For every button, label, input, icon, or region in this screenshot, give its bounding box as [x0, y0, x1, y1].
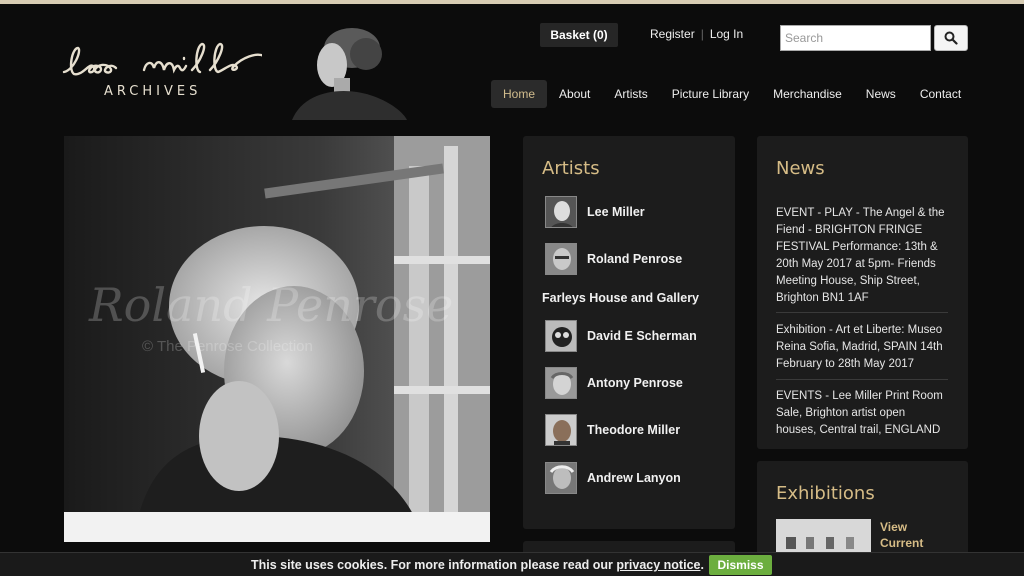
basket-button[interactable]: Basket (0)	[540, 23, 618, 47]
artist-item-antony-penrose[interactable]: Antony Penrose	[545, 367, 683, 399]
dismiss-button[interactable]: Dismiss	[709, 555, 772, 575]
account-links: Register | Log In	[650, 27, 743, 41]
news-title: News	[776, 158, 825, 179]
artist-item-lee-miller[interactable]: Lee Miller	[545, 196, 645, 228]
logo-subtitle: ARCHIVES	[104, 84, 202, 99]
artist-thumbnail	[545, 320, 577, 352]
news-item[interactable]: Exhibition - Art et Liberte: Museo Reina…	[776, 322, 948, 373]
exhibitions-title: Exhibitions	[776, 483, 875, 504]
artist-item-david-e-scherman[interactable]: David E Scherman	[545, 320, 697, 352]
hero-photo[interactable]: Roland Penrose © The Penrose Collection	[64, 136, 490, 542]
site-logo[interactable]: ARCHIVES	[60, 40, 280, 110]
search-input[interactable]	[780, 25, 931, 51]
nav-item-artists[interactable]: Artists	[602, 80, 659, 108]
header-portrait-image	[262, 20, 412, 120]
cookie-suffix: .	[700, 558, 704, 572]
cookie-message: This site uses cookies. For more informa…	[251, 558, 704, 572]
nav-item-about[interactable]: About	[547, 80, 602, 108]
nav-item-merchandise[interactable]: Merchandise	[761, 80, 854, 108]
register-link[interactable]: Register	[650, 27, 695, 41]
artist-item-farleys-house[interactable]: Farleys House and Gallery	[542, 291, 699, 305]
privacy-notice-link[interactable]: privacy notice	[616, 558, 700, 572]
artist-item-theodore-miller[interactable]: Theodore Miller	[545, 414, 680, 446]
watermark-name: Roland Penrose	[88, 278, 453, 332]
nav-item-contact[interactable]: Contact	[908, 80, 973, 108]
artists-title: Artists	[542, 158, 600, 179]
cookie-bar: This site uses cookies. For more informa…	[0, 552, 1024, 576]
cookie-text: This site uses cookies. For more informa…	[251, 558, 613, 572]
artist-thumbnail	[545, 367, 577, 399]
login-link[interactable]: Log In	[710, 27, 743, 41]
watermark-copyright: © The Penrose Collection	[142, 338, 313, 355]
news-item[interactable]: EVENTS - Lee Miller Print Room Sale, Bri…	[776, 388, 948, 439]
artist-thumbnail	[545, 462, 577, 494]
nav-item-news[interactable]: News	[854, 80, 908, 108]
artist-thumbnail	[545, 414, 577, 446]
nav-item-picture-library[interactable]: Picture Library	[660, 80, 761, 108]
news-divider	[776, 379, 948, 380]
artists-panel: Artists Lee Miller Roland Penrose Farley…	[523, 136, 735, 529]
view-current-link[interactable]: View Current	[880, 519, 950, 551]
artist-thumbnail	[545, 196, 577, 228]
artist-item-andrew-lanyon[interactable]: Andrew Lanyon	[545, 462, 681, 494]
news-divider	[776, 312, 948, 313]
divider: |	[700, 27, 704, 41]
magnifier-icon	[944, 31, 958, 45]
main-nav: Home About Artists Picture Library Merch…	[491, 80, 973, 108]
search-button[interactable]	[934, 25, 968, 51]
nav-item-home[interactable]: Home	[491, 80, 548, 108]
top-accent-bar	[0, 0, 1024, 4]
news-panel: News EVENT - PLAY - The Angel & the Fien…	[757, 136, 968, 449]
news-item[interactable]: EVENT - PLAY - The Angel & the Fiend - B…	[776, 205, 948, 307]
artist-item-roland-penrose[interactable]: Roland Penrose	[545, 243, 682, 275]
artist-thumbnail	[545, 243, 577, 275]
logo-script	[62, 42, 272, 76]
